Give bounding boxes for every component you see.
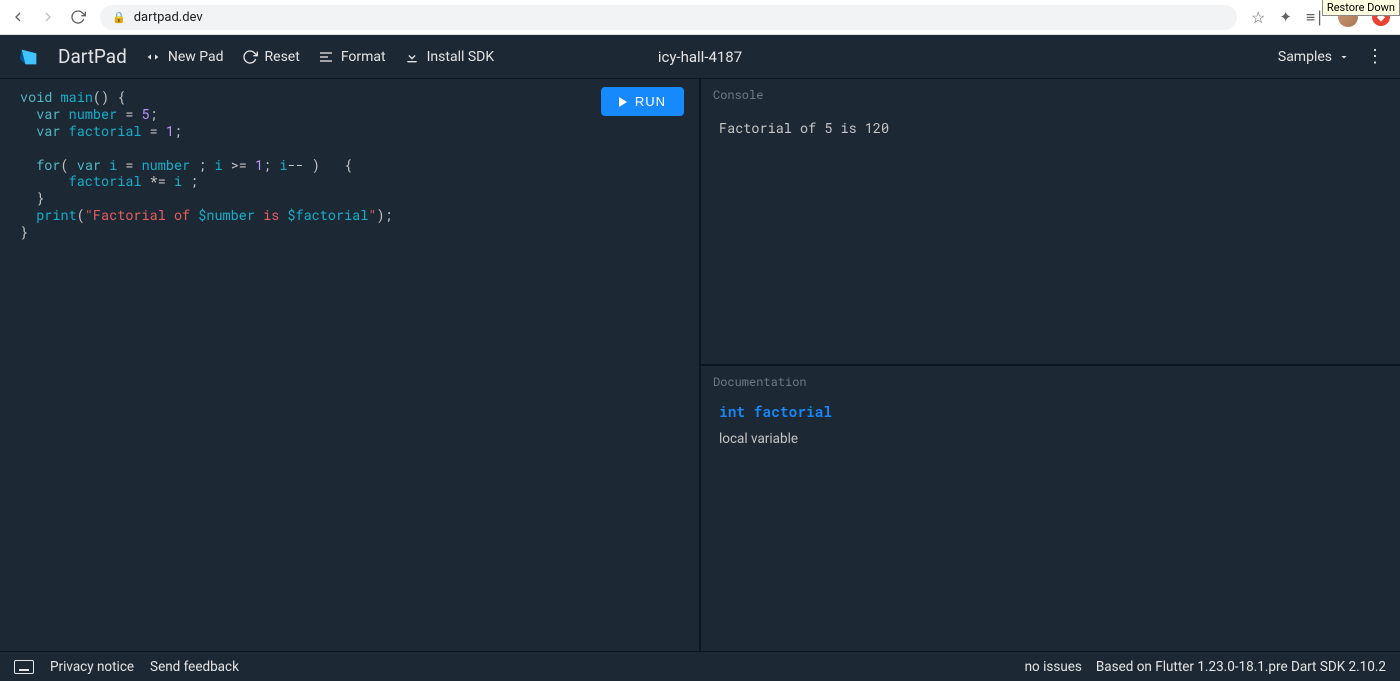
reset-button[interactable]: Reset	[242, 49, 300, 65]
more-menu-button[interactable]: ⋮	[1366, 46, 1382, 67]
refresh-icon	[242, 49, 258, 65]
console-label: Console	[701, 79, 1400, 107]
lock-icon: 🔒	[112, 11, 126, 24]
app-title: DartPad	[58, 45, 127, 68]
console-panel: Console Factorial of 5 is 120	[701, 79, 1400, 366]
reload-button[interactable]	[70, 9, 86, 25]
console-output: Factorial of 5 is 120	[701, 107, 1400, 149]
play-icon	[619, 97, 627, 107]
url-text: dartpad.dev	[134, 10, 203, 25]
code-editor[interactable]: void main() { var number = 5; var factor…	[0, 79, 699, 251]
run-label: RUN	[635, 94, 666, 109]
browser-chrome: 🔒 dartpad.dev ☆ ✦ ≡∣ ◆ Restore Down	[0, 0, 1400, 35]
run-button[interactable]: RUN	[601, 87, 684, 116]
chevron-down-icon	[1338, 51, 1350, 63]
format-icon	[318, 49, 334, 65]
forward-button[interactable]	[40, 9, 56, 25]
extensions-icon[interactable]: ✦	[1279, 8, 1292, 26]
footer: Privacy notice Send feedback no issues B…	[0, 651, 1400, 681]
format-button[interactable]: Format	[318, 49, 386, 65]
feedback-link[interactable]: Send feedback	[150, 659, 239, 675]
documentation-label: Documentation	[701, 366, 1400, 394]
output-pane: Console Factorial of 5 is 120 Documentat…	[701, 79, 1400, 651]
samples-dropdown[interactable]: Samples	[1278, 49, 1350, 65]
workspace: RUN void main() { var number = 5; var fa…	[0, 79, 1400, 651]
privacy-link[interactable]: Privacy notice	[50, 659, 134, 675]
back-button[interactable]	[10, 9, 26, 25]
restore-down-tooltip: Restore Down	[1322, 0, 1400, 16]
issues-status: no issues	[1025, 659, 1082, 675]
samples-label: Samples	[1278, 49, 1332, 65]
new-pad-label: New Pad	[168, 49, 224, 65]
format-label: Format	[341, 49, 386, 65]
sdk-version: Based on Flutter 1.23.0-18.1.pre Dart SD…	[1096, 659, 1386, 675]
pad-name: icy-hall-4187	[658, 48, 742, 66]
download-icon	[404, 49, 420, 65]
install-sdk-button[interactable]: Install SDK	[404, 49, 495, 65]
new-pad-button[interactable]: New Pad	[145, 49, 224, 65]
address-bar[interactable]: 🔒 dartpad.dev	[100, 5, 1237, 30]
doc-description: local variable	[701, 425, 1400, 453]
dart-logo-icon	[18, 46, 40, 68]
code-icon	[145, 49, 161, 65]
keyboard-icon[interactable]	[14, 660, 34, 674]
dartpad-header: DartPad New Pad Reset Format Install SDK…	[0, 35, 1400, 79]
editor-pane[interactable]: RUN void main() { var number = 5; var fa…	[0, 79, 701, 651]
bookmark-icon[interactable]: ☆	[1251, 8, 1265, 27]
doc-signature: int factorial	[701, 394, 1400, 425]
reset-label: Reset	[265, 49, 300, 65]
install-sdk-label: Install SDK	[427, 49, 495, 65]
documentation-panel: Documentation int factorial local variab…	[701, 366, 1400, 651]
